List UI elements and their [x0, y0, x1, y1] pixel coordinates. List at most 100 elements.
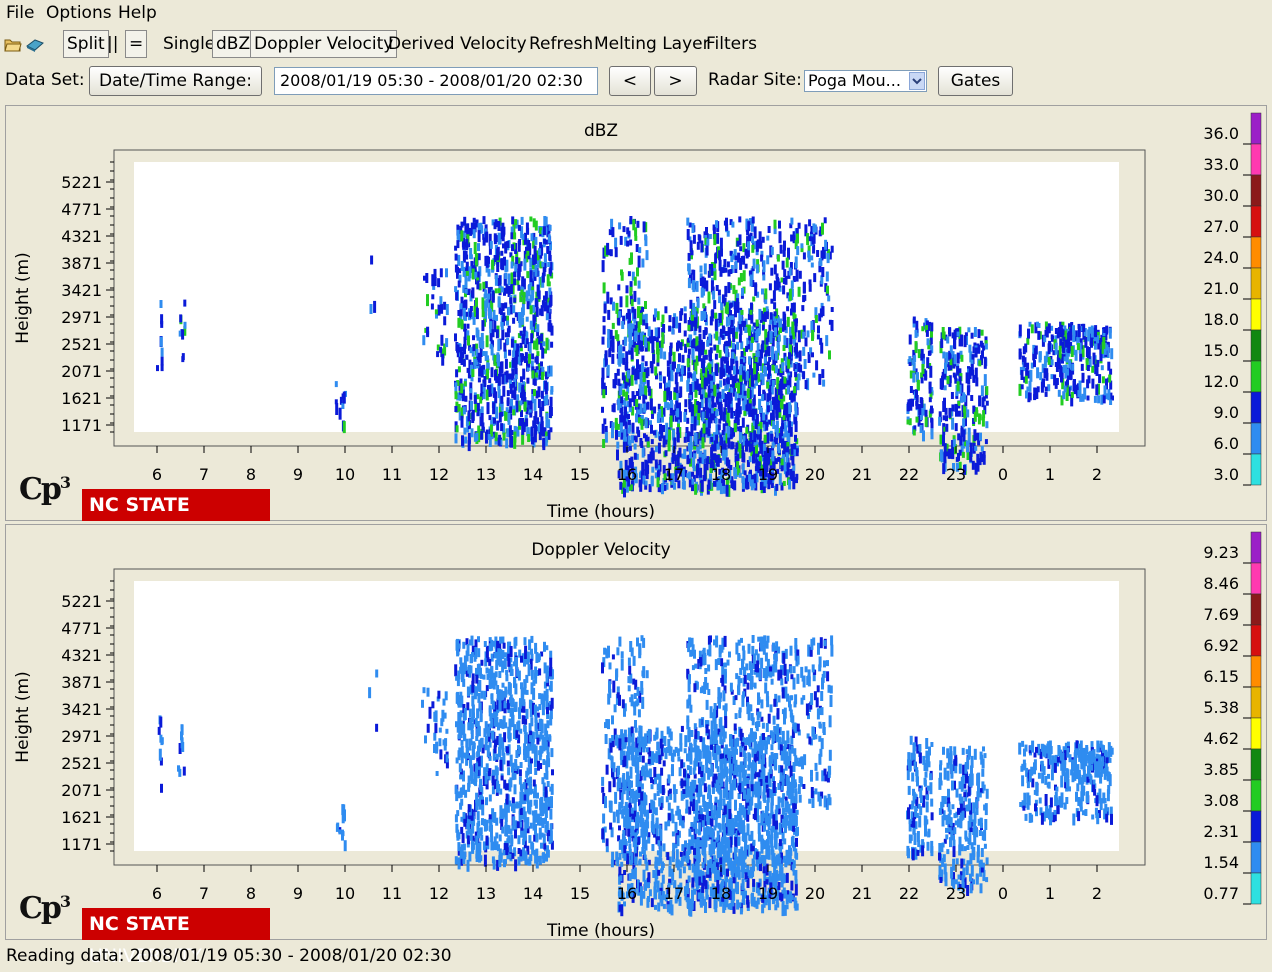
next-button[interactable]: >	[654, 66, 697, 96]
vertical-split-button[interactable]: ||	[107, 30, 118, 58]
echo-cell	[818, 313, 821, 321]
doppler-plot[interactable]: Doppler Velocity522147714321387134212971…	[6, 525, 1268, 941]
echo-cell	[738, 216, 741, 222]
dbz-plot[interactable]: dBZ5221477143213871342129712521207116211…	[6, 106, 1268, 522]
echo-cell	[1060, 373, 1063, 383]
refresh-button[interactable]: Refresh	[529, 30, 593, 58]
echo-cell	[918, 404, 921, 415]
echo-cell	[473, 359, 476, 369]
echo-cell	[647, 441, 650, 447]
echo-cell	[531, 353, 534, 359]
echo-cell	[602, 337, 605, 345]
echo-cell	[548, 797, 551, 807]
echo-cell	[485, 736, 488, 743]
echo-cell	[517, 269, 520, 281]
echo-cell	[780, 379, 783, 390]
echo-cell	[826, 286, 829, 294]
echo-cell	[542, 273, 545, 283]
echo-cell	[692, 280, 695, 292]
echo-cell	[750, 314, 753, 324]
echo-cell	[529, 800, 532, 807]
echo-cell	[492, 402, 495, 414]
echo-cell	[665, 450, 668, 456]
echo-cell	[974, 446, 977, 451]
echo-cell	[465, 239, 468, 249]
open-book-icon[interactable]	[26, 36, 44, 57]
echo-cell	[1045, 392, 1048, 397]
echo-cell	[645, 323, 648, 329]
echo-cell	[1055, 362, 1058, 367]
split-button[interactable]: Split	[63, 30, 109, 58]
echo-cell	[786, 452, 789, 462]
echo-cell	[688, 253, 691, 261]
echo-cell	[464, 708, 467, 720]
dbz-button[interactable]: dBZ	[212, 30, 254, 58]
echo-cell	[462, 787, 465, 795]
echo-cell	[480, 827, 483, 834]
echo-cell	[498, 275, 501, 285]
echo-cell	[519, 777, 522, 785]
echo-cell	[534, 673, 537, 684]
echo-cell	[697, 242, 700, 250]
echo-cell	[811, 263, 814, 268]
echo-cell	[1027, 329, 1030, 339]
echo-cell	[1036, 367, 1039, 378]
echo-cell	[465, 278, 468, 288]
echo-cell	[962, 418, 965, 427]
echo-cell	[727, 261, 730, 267]
echo-cell	[809, 279, 812, 284]
derived-velocity-button[interactable]: Derived Velocity	[388, 30, 527, 58]
echo-cell	[468, 440, 471, 451]
gates-button[interactable]: Gates	[938, 66, 1013, 96]
menu-file[interactable]: File	[6, 3, 34, 23]
echo-cell	[641, 259, 644, 268]
echo-cell	[508, 801, 511, 807]
echo-cell	[623, 418, 626, 426]
horizontal-split-button[interactable]: =	[125, 30, 147, 58]
echo-cell	[1039, 372, 1042, 380]
echo-cell	[629, 216, 632, 224]
echo-cell	[663, 391, 666, 402]
echo-cell	[618, 346, 621, 357]
filters-button[interactable]: Filters	[706, 30, 757, 58]
echo-cell	[925, 410, 928, 417]
echo-cell	[514, 859, 517, 871]
echo-cell	[504, 652, 507, 657]
echo-cell	[524, 831, 527, 841]
echo-cell	[1067, 333, 1070, 344]
single-button[interactable]: Single	[163, 30, 215, 58]
doppler-velocity-button[interactable]: Doppler Velocity	[250, 30, 397, 58]
echo-cell	[1055, 328, 1058, 334]
echo-cell	[547, 262, 550, 267]
echo-cell	[423, 687, 426, 693]
chevron-down-icon[interactable]	[909, 72, 925, 90]
echo-cell	[673, 352, 676, 363]
echo-cell	[546, 689, 549, 698]
echo-cell	[684, 313, 687, 323]
date-range-field[interactable]: 2008/01/19 05:30 - 2008/01/20 02:30	[274, 67, 598, 95]
echo-cell	[495, 766, 498, 776]
echo-cell	[1108, 375, 1111, 383]
echo-cell	[827, 253, 830, 263]
echo-cell	[761, 289, 764, 295]
echo-cell	[714, 313, 717, 319]
melting-layer-button[interactable]: Melting Layer	[594, 30, 710, 58]
echo-cell	[498, 389, 501, 398]
echo-cell	[551, 769, 554, 775]
echo-cell	[511, 216, 514, 224]
date-time-range-button[interactable]: Date/Time Range:	[89, 66, 262, 96]
open-folder-icon[interactable]	[4, 36, 22, 57]
echo-cell	[548, 234, 551, 243]
echo-cell	[501, 776, 504, 781]
echo-cell	[697, 413, 700, 420]
echo-cell	[540, 361, 543, 366]
echo-cell	[549, 427, 552, 432]
previous-button[interactable]: <	[609, 66, 651, 96]
radar-site-select[interactable]: Poga Mou...	[804, 70, 927, 92]
echo-cell	[468, 739, 471, 751]
echo-cell	[498, 288, 501, 293]
echo-cell	[482, 351, 485, 356]
menu-help[interactable]: Help	[118, 3, 157, 23]
echo-cell	[1097, 395, 1100, 403]
menu-options[interactable]: Options	[46, 3, 112, 23]
